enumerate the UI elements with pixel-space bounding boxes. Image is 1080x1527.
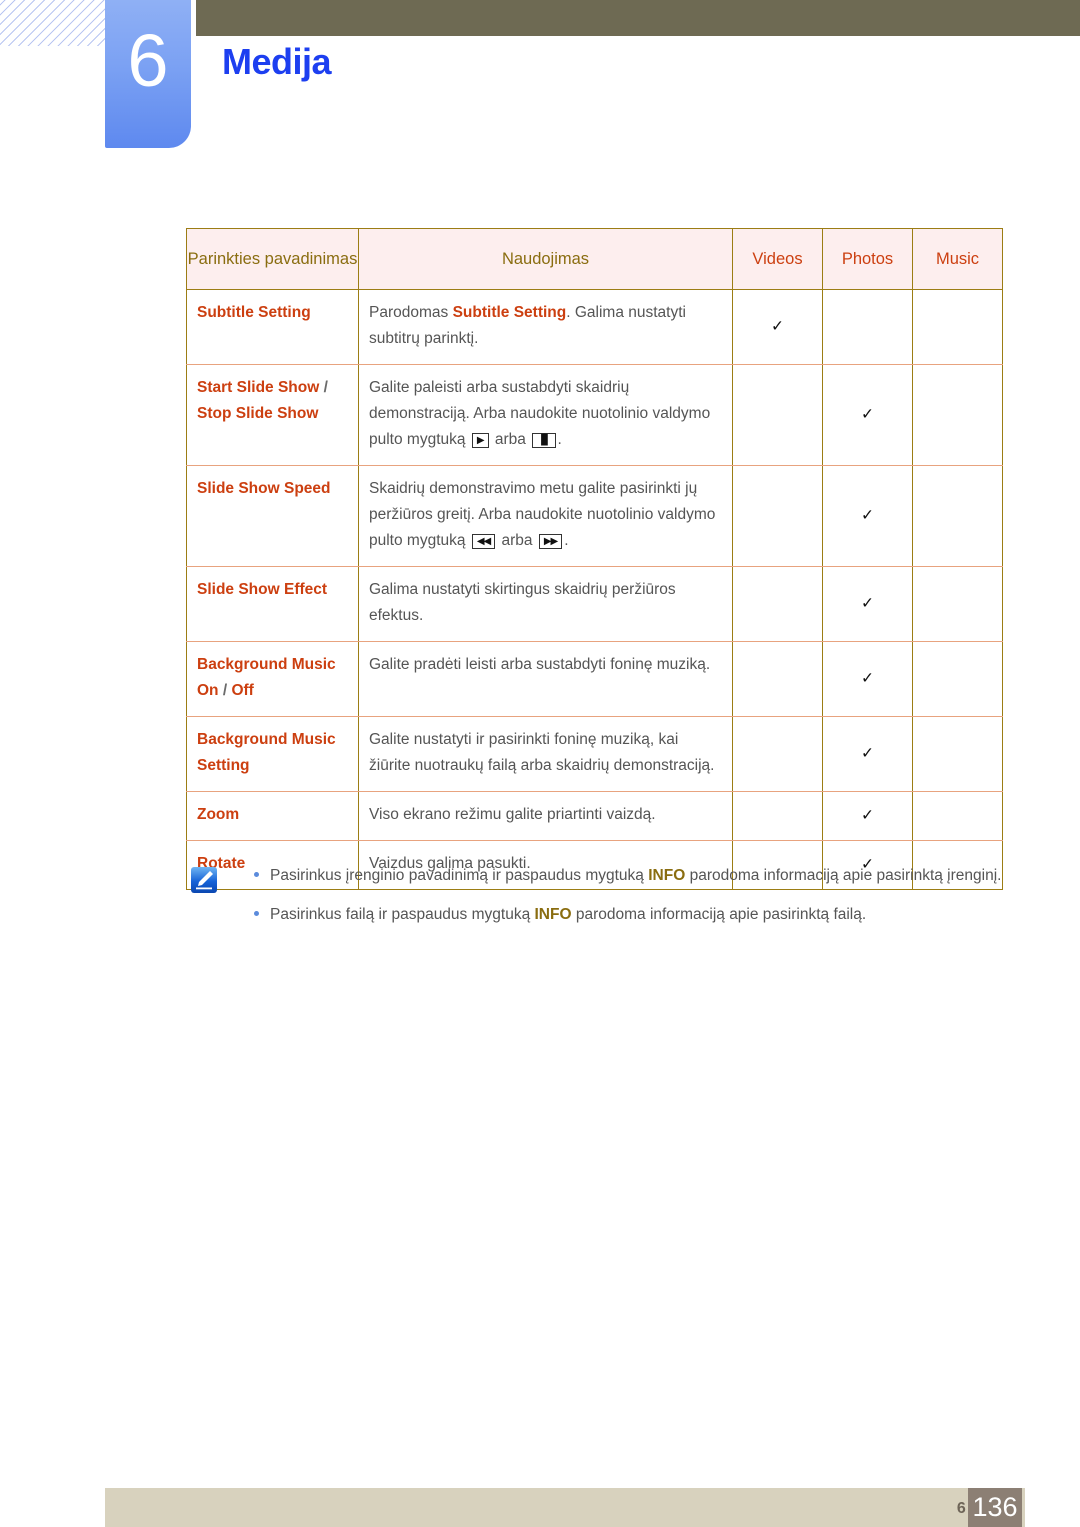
option-usage-cell: Galite paleisti arba sustabdyti skaidrių… xyxy=(358,364,733,466)
usage-text-pre: Parodomas xyxy=(369,304,453,321)
option-name-cell: Slide Show Effect xyxy=(186,566,359,642)
option-usage-cell: Galite pradėti leisti arba sustabdyti fo… xyxy=(358,641,733,717)
bullet-icon xyxy=(254,872,259,877)
list-item: Pasirinkus failą ir paspaudus mygtuką IN… xyxy=(186,901,1016,928)
music-check-cell xyxy=(912,716,1003,792)
fast-forward-button-icon: ▶▶ xyxy=(538,534,563,549)
photos-check-cell: ✓ xyxy=(822,641,913,717)
option-name-separator: / xyxy=(222,682,228,699)
videos-check-cell: ✓ xyxy=(732,289,823,365)
videos-check-cell xyxy=(732,716,823,792)
column-header-music: Music xyxy=(912,228,1003,290)
photos-check-cell: ✓ xyxy=(822,465,913,567)
table-body: Subtitle Setting Parodomas Subtitle Sett… xyxy=(186,289,1003,890)
chapter-number: 6 xyxy=(127,19,169,102)
note-items-list: Pasirinkus įrenginio pavadinimą ir paspa… xyxy=(186,862,1016,928)
videos-check-cell xyxy=(732,364,823,466)
videos-check-cell xyxy=(732,641,823,717)
list-item: Pasirinkus įrenginio pavadinimą ir paspa… xyxy=(186,862,1016,889)
bullet-icon xyxy=(254,911,259,916)
header-olive-bar xyxy=(196,0,1080,36)
option-name-text-b: Off xyxy=(231,682,254,699)
option-name-cell: Slide Show Speed xyxy=(186,465,359,567)
play-button-icon: ▶ xyxy=(471,433,489,448)
rewind-button-icon: ◀◀ xyxy=(471,534,496,549)
photos-check-cell: ✓ xyxy=(822,716,913,792)
usage-text-post: . xyxy=(557,431,562,448)
music-check-cell xyxy=(912,364,1003,466)
option-name-cell: Background Music Setting xyxy=(186,716,359,792)
table-row: Start Slide Show / Stop Slide Show Galit… xyxy=(186,364,1003,466)
table-row: Background Music Setting Galite nustatyt… xyxy=(186,716,1003,792)
info-keyword: INFO xyxy=(534,906,572,923)
option-usage-cell: Galite nustatyti ir pasirinkti foninę mu… xyxy=(358,716,733,792)
table-row: Slide Show Speed Skaidrių demonstravimo … xyxy=(186,465,1003,567)
option-name-text: Slide Show Speed xyxy=(197,480,331,497)
photos-check-cell: ✓ xyxy=(822,566,913,642)
usage-text-post: . xyxy=(564,532,569,549)
videos-check-cell xyxy=(732,566,823,642)
option-name-text-a: Background Music On xyxy=(197,656,336,699)
videos-check-cell xyxy=(732,791,823,841)
pause-button-icon: ▐▌ xyxy=(532,433,556,448)
table-row: Subtitle Setting Parodomas Subtitle Sett… xyxy=(186,289,1003,365)
column-header-videos: Videos xyxy=(732,228,823,290)
table-row: Zoom Viso ekrano režimu galite priartint… xyxy=(186,791,1003,841)
option-name-separator: / xyxy=(323,379,328,396)
table-header-row: Parinkties pavadinimas Naudojimas Videos… xyxy=(186,228,1003,290)
option-usage-cell: Parodomas Subtitle Setting. Galima nusta… xyxy=(358,289,733,365)
table-row: Background Music On / Off Galite pradėti… xyxy=(186,641,1003,717)
videos-check-cell xyxy=(732,465,823,567)
note-text-pre: Pasirinkus įrenginio pavadinimą ir paspa… xyxy=(270,867,649,884)
option-name-text: Background Music Setting xyxy=(197,731,336,774)
info-keyword: INFO xyxy=(648,867,686,884)
note-text-pre: Pasirinkus failą ir paspaudus mygtuką xyxy=(270,906,535,923)
option-name-cell: Zoom xyxy=(186,791,359,841)
usage-highlight: Subtitle Setting xyxy=(452,304,567,321)
music-check-cell xyxy=(912,791,1003,841)
option-name-cell: Start Slide Show / Stop Slide Show xyxy=(186,364,359,466)
option-name-text: Slide Show Effect xyxy=(197,581,328,598)
option-usage-cell: Galima nustatyti skirtingus skaidrių per… xyxy=(358,566,733,642)
option-name-text-b: Stop Slide Show xyxy=(197,405,319,422)
usage-text-mid: arba xyxy=(497,532,537,549)
page-number: 136 xyxy=(968,1488,1022,1527)
photos-check-cell: ✓ xyxy=(822,791,913,841)
option-name-text-a: Start Slide Show xyxy=(197,379,320,396)
music-check-cell xyxy=(912,641,1003,717)
footer-bar xyxy=(105,1488,1025,1527)
table-row: Slide Show Effect Galima nustatyti skirt… xyxy=(186,566,1003,642)
option-name-cell: Subtitle Setting xyxy=(186,289,359,365)
column-header-usage: Naudojimas xyxy=(358,228,733,290)
photos-check-cell: ✓ xyxy=(822,364,913,466)
corner-hatch-decoration xyxy=(0,0,118,46)
column-header-photos: Photos xyxy=(822,228,913,290)
column-header-option-name: Parinkties pavadinimas xyxy=(186,228,359,290)
option-name-text: Subtitle Setting xyxy=(197,304,311,321)
music-check-cell xyxy=(912,289,1003,365)
photos-check-cell xyxy=(822,289,913,365)
note-block: Pasirinkus įrenginio pavadinimą ir paspa… xyxy=(186,862,1016,940)
media-options-table: Parinkties pavadinimas Naudojimas Videos… xyxy=(186,228,1003,890)
option-name-text: Zoom xyxy=(197,806,240,823)
chapter-title: Medija xyxy=(222,41,332,82)
option-name-cell: Background Music On / Off xyxy=(186,641,359,717)
note-text-post: parodoma informaciją apie pasirinktą fai… xyxy=(571,906,867,923)
music-check-cell xyxy=(912,465,1003,567)
option-usage-cell: Viso ekrano režimu galite priartinti vai… xyxy=(358,791,733,841)
option-usage-cell: Skaidrių demonstravimo metu galite pasir… xyxy=(358,465,733,567)
usage-text-mid: arba xyxy=(490,431,531,448)
note-text-post: parodoma informaciją apie pasirinktą įre… xyxy=(685,867,1002,884)
music-check-cell xyxy=(912,566,1003,642)
